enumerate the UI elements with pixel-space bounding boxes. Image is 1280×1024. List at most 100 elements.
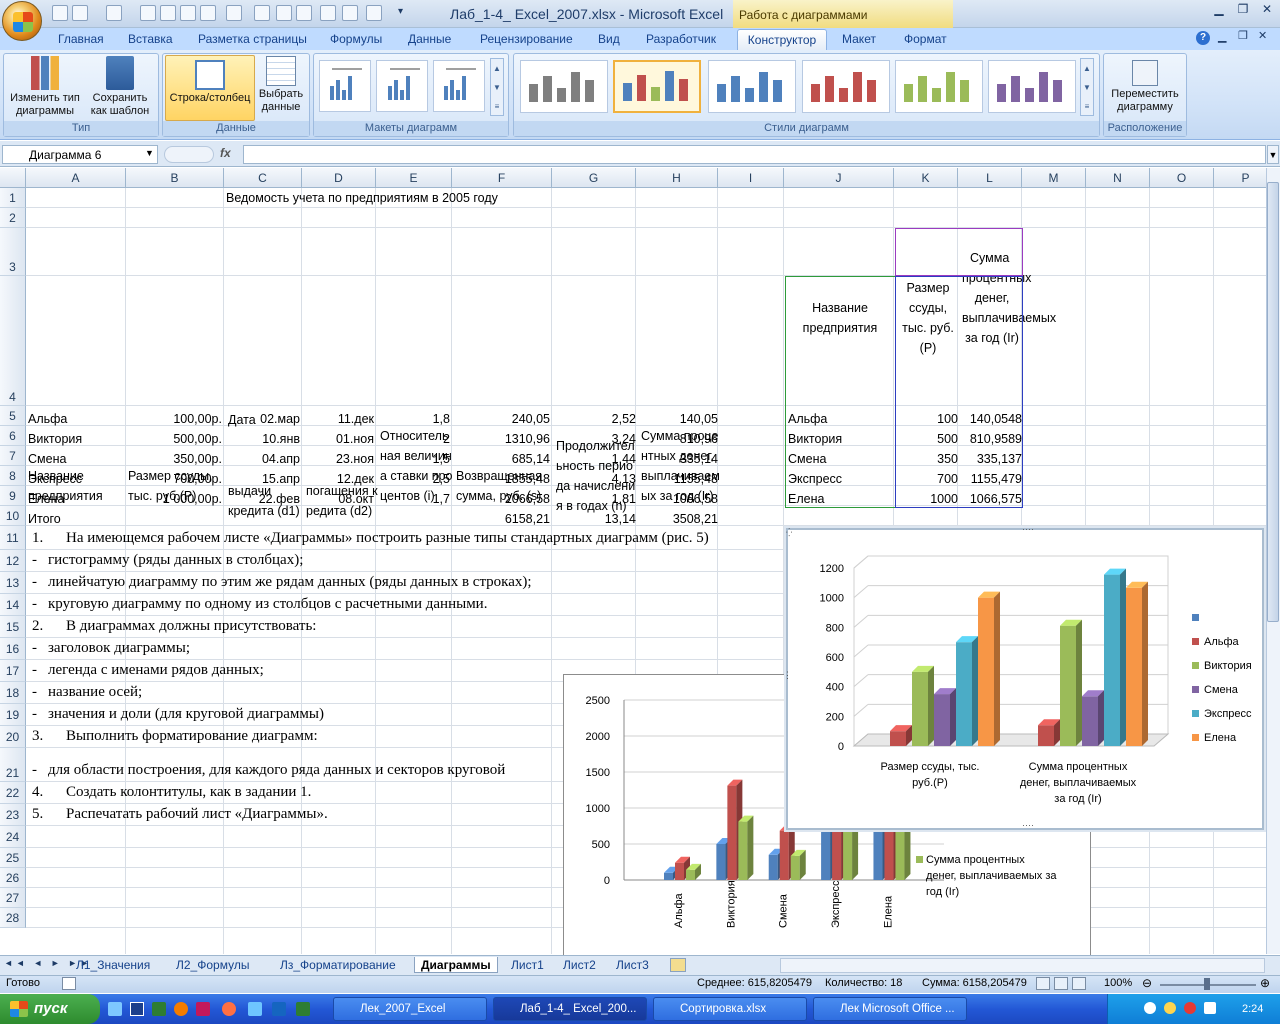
row-header[interactable]: 1: [0, 188, 26, 208]
column-header[interactable]: A: [26, 168, 126, 188]
data-cell[interactable]: 2: [376, 429, 450, 449]
shape-icon[interactable]: [296, 5, 312, 21]
sheet-tab-1[interactable]: Л1_Значения: [70, 957, 156, 973]
data-cell[interactable]: 1 000,00р.: [126, 489, 222, 509]
tab-design[interactable]: Конструктор: [737, 29, 827, 51]
quicklaunch-icon-4[interactable]: [174, 1002, 188, 1016]
task-text[interactable]: Распечатать рабочий лист «Диаграммы».: [66, 804, 328, 824]
sheet-tab-3[interactable]: Лз_Форматирование: [274, 957, 402, 973]
select-data-button[interactable]: Выбрать данные: [256, 56, 306, 114]
task-number[interactable]: -: [32, 760, 37, 780]
close-icon[interactable]: ✕: [1256, 2, 1278, 20]
tab-insert[interactable]: Вставка: [128, 32, 173, 46]
chart-style-3[interactable]: [708, 60, 796, 113]
change-chart-type-button[interactable]: Изменить тип диаграммы: [6, 56, 84, 118]
row-header[interactable]: 7: [0, 446, 26, 466]
tab-developer[interactable]: Разработчик: [646, 32, 716, 46]
tab-review[interactable]: Рецензирование: [480, 32, 573, 46]
data-cell[interactable]: 1,5: [376, 449, 450, 469]
row-header[interactable]: 5: [0, 406, 26, 426]
fx-icon[interactable]: fx: [220, 146, 231, 160]
column-header[interactable]: E: [376, 168, 452, 188]
data-cell[interactable]: 22.фев: [224, 489, 300, 509]
resize-handle-left[interactable]: ⋮: [783, 670, 792, 681]
row-header[interactable]: 3: [0, 228, 26, 276]
data-cell[interactable]: Елена: [28, 489, 124, 509]
chart-style-2[interactable]: [613, 60, 701, 113]
task-number[interactable]: 5.: [32, 804, 43, 824]
style-gallery-scroll[interactable]: ▲ ▼ ≡: [1080, 58, 1094, 116]
task-text[interactable]: На имеющемся рабочем листе «Диаграммы» п…: [66, 528, 709, 548]
data-cell[interactable]: 1,8: [376, 409, 450, 429]
task-text[interactable]: линейчатую диаграмму по этим же рядам да…: [48, 572, 532, 592]
data-cell[interactable]: 2,52: [554, 409, 636, 429]
copy-icon[interactable]: [180, 5, 196, 21]
column-header[interactable]: L: [958, 168, 1022, 188]
task-number[interactable]: -: [32, 594, 37, 614]
restore-icon[interactable]: ❐: [1232, 2, 1254, 20]
table-icon[interactable]: [342, 5, 358, 21]
data-cell[interactable]: 1,44: [554, 449, 636, 469]
tab-page-layout[interactable]: Разметка страницы: [198, 32, 307, 46]
row-header[interactable]: 2: [0, 208, 26, 228]
task-text[interactable]: В диаграммах должны присутствовать:: [66, 616, 316, 636]
horizontal-scrollbar[interactable]: [780, 958, 1265, 973]
task-number[interactable]: -: [32, 638, 37, 658]
row-header[interactable]: 6: [0, 426, 26, 446]
row-header[interactable]: 16: [0, 638, 26, 660]
name-box[interactable]: Диаграмма 6: [2, 145, 158, 164]
insert-sheet-icon[interactable]: [670, 958, 686, 972]
column-header[interactable]: H: [636, 168, 718, 188]
task-text[interactable]: легенда с именами рядов данных;: [48, 660, 264, 680]
task-text[interactable]: для области построения, для каждого ряда…: [48, 760, 505, 780]
column-header[interactable]: B: [126, 168, 224, 188]
row-header[interactable]: 4: [0, 276, 26, 406]
task-number[interactable]: -: [32, 682, 37, 702]
volume-icon[interactable]: [1204, 1002, 1216, 1014]
data-cell[interactable]: 700,00р.: [126, 469, 222, 489]
data-cell[interactable]: 335,14: [638, 449, 718, 469]
chart-selected-frame[interactable]: 0 200 400 600 800 1000 1200 Размер ссуды, тыс. р…: [786, 528, 1264, 830]
row-header[interactable]: 27: [0, 888, 26, 908]
column-header[interactable]: P: [1214, 168, 1266, 188]
total-label[interactable]: Итого: [28, 509, 61, 529]
zoom-icon[interactable]: [254, 5, 270, 21]
data-cell[interactable]: 02.мар: [224, 409, 300, 429]
taskbar-item-2[interactable]: Лаб_1-4_ Excel_200...: [493, 997, 647, 1021]
data-cell[interactable]: 11.дек: [302, 409, 374, 429]
camera-icon[interactable]: [276, 5, 292, 21]
data-cell[interactable]: 15.апр: [224, 469, 300, 489]
task-number[interactable]: -: [32, 704, 37, 724]
data-cell[interactable]: Экспресс: [28, 469, 124, 489]
zoom-level[interactable]: 100%: [1104, 977, 1132, 989]
data-cell[interactable]: 1066,58: [638, 489, 718, 509]
task-number[interactable]: 2.: [32, 616, 43, 636]
switch-row-column-button[interactable]: Строка/столбец: [165, 55, 255, 121]
data-cell[interactable]: 2,5: [376, 469, 450, 489]
tray-icon-2[interactable]: [1164, 1002, 1176, 1014]
zoom-slider-thumb[interactable]: [1204, 978, 1210, 990]
quicklaunch-icon-5[interactable]: [196, 1002, 210, 1016]
row-header[interactable]: 18: [0, 682, 26, 704]
excel-icon[interactable]: [296, 1002, 310, 1016]
tab-format[interactable]: Формат: [904, 32, 947, 46]
office-button[interactable]: [2, 1, 42, 41]
qat-dropdown-icon[interactable]: ▾: [398, 6, 403, 17]
save-template-button[interactable]: Сохранить как шаблон: [84, 56, 156, 118]
task-text[interactable]: круговую диаграмму по одному из столбцов…: [48, 594, 487, 614]
expand-formula-icon[interactable]: ▼: [1267, 145, 1279, 164]
column-header[interactable]: O: [1150, 168, 1214, 188]
tab-formulas[interactable]: Формулы: [330, 32, 382, 46]
data-cell[interactable]: 350,00р.: [126, 449, 222, 469]
column-header[interactable]: N: [1086, 168, 1150, 188]
layout-gallery-scroll[interactable]: ▲ ▼ ≡: [490, 58, 504, 116]
data-cell[interactable]: 2066,58: [454, 489, 550, 509]
select-all-corner[interactable]: [0, 168, 26, 188]
tray-icon-3[interactable]: [1184, 1002, 1196, 1014]
tab-view[interactable]: Вид: [598, 32, 620, 46]
data-cell[interactable]: 1310,96: [454, 429, 550, 449]
data-cell[interactable]: 140,05: [638, 409, 718, 429]
page-break-view-icon[interactable]: [1072, 977, 1086, 990]
formula-input[interactable]: [243, 145, 1266, 164]
word-icon[interactable]: [272, 1002, 286, 1016]
